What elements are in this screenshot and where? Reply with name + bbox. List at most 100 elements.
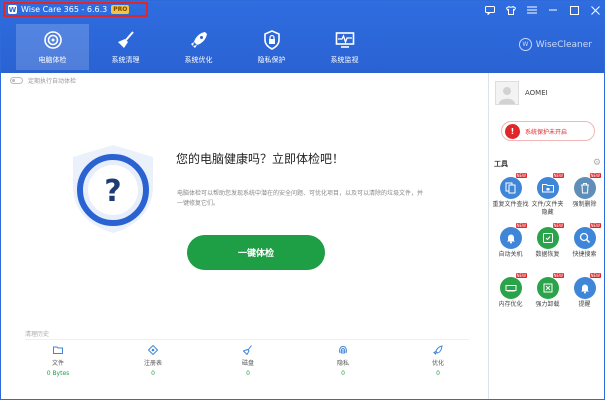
app-window: W Wise Care 365 - 6.6.3 PRO 电脑体检 系统清理 系统… — [0, 0, 605, 400]
broom-icon — [117, 30, 134, 48]
tool-data-recovery[interactable]: NEW 数据恢复 — [529, 223, 566, 269]
search-icon — [573, 227, 596, 249]
tools-settings-icon[interactable]: ⚙ — [593, 158, 601, 168]
tab-label: 电脑体检 — [38, 55, 67, 64]
system-protection-button[interactable]: ! 系统保护未开启 — [501, 121, 595, 141]
tool-label: 提醒 — [578, 301, 591, 308]
history-item-files: 文件 0 Bytes — [23, 345, 93, 377]
tool-duplicate-finder[interactable]: NEW 重复文件查找 — [492, 173, 529, 219]
duplicate-file-icon — [499, 177, 522, 199]
new-badge: NEW — [515, 223, 527, 228]
avatar[interactable] — [495, 81, 519, 105]
tab-label: 隐私保护 — [257, 55, 286, 64]
tools-title: 工具 — [494, 160, 508, 168]
new-badge: NEW — [515, 273, 527, 278]
tool-quick-search[interactable]: NEW 快捷搜索 — [566, 223, 603, 269]
brand-logo: W WiseCleaner — [518, 38, 592, 51]
history-item-optimize: 优化 0 — [403, 345, 473, 377]
tool-force-uninstall[interactable]: NEW 强力卸载 — [529, 273, 566, 319]
app-title: Wise Care 365 - 6.6.3 — [21, 5, 108, 14]
user-info: AOMEI — [495, 81, 548, 105]
tool-label: 快捷搜索 — [572, 251, 597, 258]
app-logo-icon: W — [8, 5, 17, 14]
main-nav: 电脑体检 系统清理 系统优化 隐私保护 系统监视 — [16, 24, 381, 70]
tab-label: 系统清理 — [111, 55, 140, 64]
pro-badge: PRO — [111, 5, 130, 14]
tool-reminder[interactable]: NEW 提醒 — [566, 273, 603, 319]
history-label: 优化 — [431, 360, 444, 367]
minimize-icon[interactable] — [546, 3, 560, 17]
tab-privacy-protector[interactable]: 隐私保护 — [235, 24, 308, 70]
history-value: 0 Bytes — [46, 370, 70, 377]
tool-label: 自动关机 — [498, 251, 523, 258]
history-title: 清理历史 — [25, 331, 50, 338]
broom-icon — [243, 345, 252, 355]
wisecleaner-logo-icon: W — [518, 38, 532, 51]
history-item-registry: 注册表 0 — [118, 345, 188, 377]
shield-alert-icon: ! — [505, 123, 520, 139]
uninstall-icon — [536, 277, 559, 299]
new-badge: NEW — [552, 273, 564, 278]
bell-icon — [499, 227, 522, 249]
history-label: 文件 — [51, 360, 64, 367]
history-item-privacy: 隐私 0 — [308, 345, 378, 377]
tab-system-cleaner[interactable]: 系统清理 — [89, 24, 162, 70]
fingerprint-icon — [339, 345, 347, 354]
tool-label: 文件/文件夹隐藏 — [531, 201, 564, 216]
tool-label: 强制删除 — [572, 201, 597, 208]
history-value: 0 — [151, 370, 155, 377]
tool-label: 数据恢复 — [535, 251, 560, 258]
tool-force-delete[interactable]: NEW 强制删除 — [566, 173, 603, 219]
maximize-icon[interactable] — [567, 3, 581, 17]
tab-system-monitor[interactable]: 系统监视 — [308, 24, 381, 70]
user-silhouette-icon — [499, 87, 515, 104]
rocket-icon — [433, 345, 443, 355]
memory-icon — [499, 277, 522, 299]
one-click-checkup-button[interactable]: 一键体检 — [187, 235, 325, 270]
window-controls — [483, 3, 602, 17]
new-badge: NEW — [589, 223, 601, 228]
auto-check-label: 定期执行自动体检 — [28, 78, 77, 85]
new-badge: NEW — [552, 173, 564, 178]
folder-lock-icon — [536, 177, 559, 199]
lock-shield-icon — [263, 29, 280, 50]
history-item-disk: 磁盘 0 — [213, 345, 283, 377]
tools-grid: NEW 重复文件查找 NEW 文件/文件夹隐藏 NEW 强制删除 NEW 自动关… — [492, 173, 604, 319]
username[interactable]: AOMEI — [525, 89, 548, 97]
tool-label: 内存优化 — [498, 301, 523, 308]
history-label: 注册表 — [143, 360, 162, 367]
new-badge: NEW — [589, 273, 601, 278]
auto-check-toggle[interactable] — [10, 77, 23, 84]
tool-hide-files[interactable]: NEW 文件/文件夹隐藏 — [529, 173, 566, 219]
history-value: 0 — [436, 370, 440, 377]
bell-icon — [573, 277, 596, 299]
history-label: 磁盘 — [241, 360, 254, 367]
side-panel: AOMEI ! 系统保护未开启 工具 ⚙ NEW 重复文件查找 NEW 文件/文… — [490, 73, 604, 399]
tool-auto-shutdown[interactable]: NEW 自动关机 — [492, 223, 529, 269]
tab-label: 系统监视 — [330, 55, 359, 64]
tab-system-tuneup[interactable]: 系统优化 — [162, 24, 235, 70]
protection-status: 系统保护未开启 — [525, 128, 568, 136]
cleaning-history: 文件 0 Bytes 注册表 0 磁盘 0 隐私 0 优化 0 — [23, 345, 473, 377]
history-value: 0 — [246, 370, 250, 377]
registry-icon — [148, 345, 158, 355]
data-recovery-icon — [536, 227, 559, 249]
folder-icon — [53, 346, 63, 354]
checkup-description: 电脑体检可以帮助您发现系统中潜在的安全问题、可优化项目，以及可以清除的垃圾文件，… — [177, 190, 424, 207]
history-label: 隐私 — [336, 360, 349, 367]
tool-memory-optimizer[interactable]: NEW 内存优化 — [492, 273, 529, 319]
chat-icon[interactable] — [483, 3, 497, 17]
menu-icon[interactable] — [525, 3, 539, 17]
trash-icon — [573, 177, 596, 199]
history-value: 0 — [341, 370, 345, 377]
target-icon — [43, 30, 62, 49]
tool-label: 重复文件查找 — [492, 201, 529, 208]
header: W Wise Care 365 - 6.6.3 PRO 电脑体检 系统清理 系统… — [1, 1, 604, 73]
tab-label: 系统优化 — [184, 55, 213, 64]
history-divider — [25, 339, 469, 340]
tab-pc-checkup[interactable]: 电脑体检 — [16, 24, 89, 70]
title-bar: W Wise Care 365 - 6.6.3 PRO — [1, 1, 604, 19]
close-icon[interactable] — [588, 3, 602, 17]
auto-check-row: 定期执行自动体检 — [10, 76, 76, 85]
shirt-icon[interactable] — [504, 3, 518, 17]
